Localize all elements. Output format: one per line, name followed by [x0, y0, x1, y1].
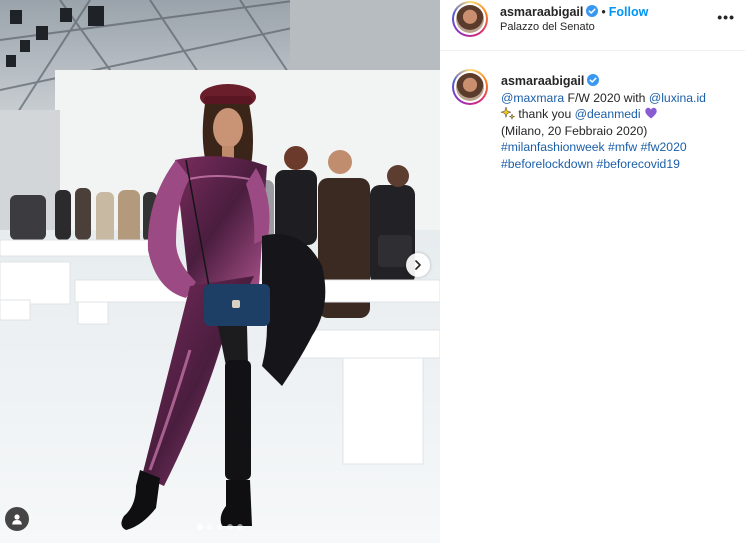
avatar[interactable]: [452, 1, 488, 37]
post-sidebar: asmaraabigail • Follow Palazzo del Senato…: [440, 0, 745, 543]
hashtag-link[interactable]: #mfw: [608, 140, 637, 154]
avatar[interactable]: [452, 69, 488, 105]
verified-badge-icon: [586, 5, 599, 17]
caption-line-2: thank you @deanmedi: [501, 106, 737, 123]
carousel-indicator: [0, 524, 440, 530]
carousel-dot: [237, 524, 243, 530]
caption-line-1: @maxmara F/W 2020 with @luxina.id: [501, 90, 737, 107]
hashtag-link[interactable]: #beforelockdown: [501, 157, 593, 171]
mention-link[interactable]: @maxmara: [501, 91, 564, 105]
carousel-dot: [207, 524, 213, 530]
carousel-dot: [217, 524, 223, 530]
post-header: asmaraabigail • Follow Palazzo del Senato…: [440, 0, 745, 51]
mention-link[interactable]: @luxina.id: [649, 91, 706, 105]
more-options-button[interactable]: •••: [717, 9, 735, 25]
post-photo[interactable]: [0, 0, 440, 543]
user-icon: [12, 514, 22, 525]
location-link[interactable]: Palazzo del Senato: [500, 21, 595, 33]
separator-dot: •: [601, 5, 606, 19]
hashtag-link[interactable]: #fw2020: [641, 140, 687, 154]
sparkles-icon: [501, 106, 515, 121]
mention-link[interactable]: @deanmedi: [575, 107, 641, 121]
fashion-show-photo: [0, 0, 440, 543]
hashtag-link[interactable]: #beforecovid19: [597, 157, 680, 171]
carousel-dot: [227, 524, 233, 530]
caption-line-3: (Milano, 20 Febbraio 2020): [501, 123, 648, 138]
purple-heart-icon: [645, 107, 657, 119]
username-link[interactable]: asmaraabigail: [500, 5, 583, 19]
next-slide-button[interactable]: [406, 253, 430, 277]
hashtag-link[interactable]: #milanfashionweek: [501, 140, 605, 154]
caption-text: F/W 2020 with: [564, 90, 649, 105]
hashtag-line-2: #beforelockdown #beforecovid19: [501, 156, 737, 173]
follow-button[interactable]: Follow: [609, 5, 649, 19]
hashtag-line-1: #milanfashionweek #mfw #fw2020: [501, 139, 737, 156]
caption-username-link[interactable]: asmaraabigail: [501, 74, 584, 88]
verified-badge-icon: [587, 74, 600, 86]
chevron-right-icon: [415, 260, 421, 270]
carousel-dot: [197, 524, 203, 530]
tagged-users-button[interactable]: [5, 507, 29, 531]
caption-text: thank you: [515, 107, 575, 122]
